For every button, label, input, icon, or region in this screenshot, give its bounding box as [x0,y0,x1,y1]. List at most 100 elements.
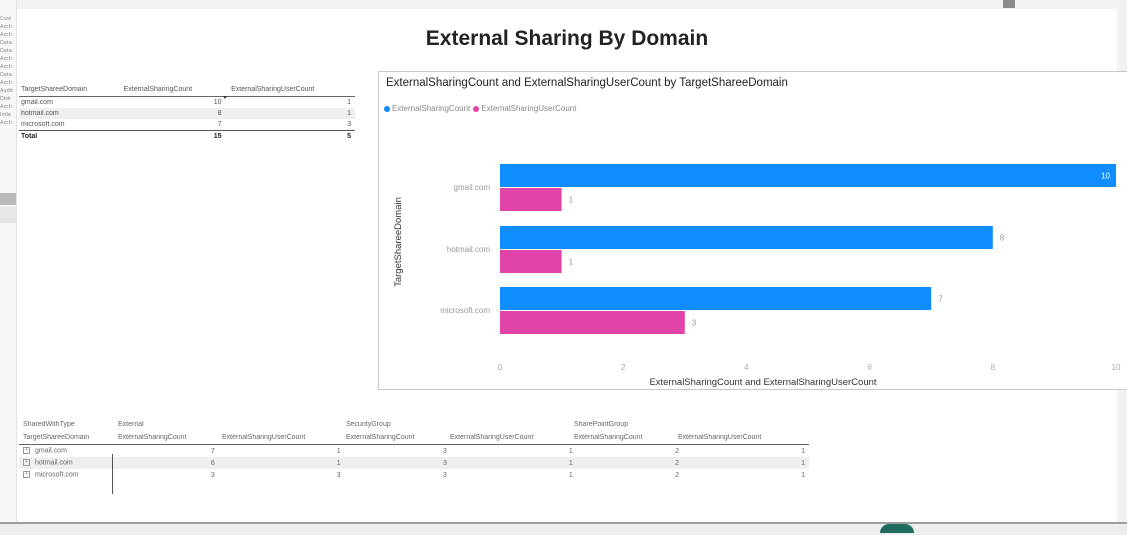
row-header-label-text: SharedWithType [23,420,75,428]
bar-user-count[interactable] [500,311,685,334]
sort-desc-icon [223,96,227,99]
y-axis-title: TargetShareeDomain [393,197,404,287]
column-header-domain[interactable]: TargetShareeDomain [19,86,118,93]
x-axis-title: ExternalSharingCount and ExternalSharing… [649,377,876,388]
data-label: 10 [1101,172,1110,181]
x-tick-label: 2 [621,363,626,372]
column-group-header-text: SecurityGroup [346,420,391,428]
domain-cell[interactable]: + hotmail.com [19,459,112,467]
value-cell-text: 1 [568,471,573,479]
x-tick-label: 10 [1112,363,1121,372]
matrix-group-header-row[interactable]: SharedWithType External SecurityGroup Share… [19,418,809,430]
value-cell-text: 3 [442,459,447,467]
table-row[interactable]: hotmail.com 8 1 [19,108,355,119]
measure-header-text: ExternalSharingCount [574,433,643,441]
field-list-item[interactable]: Asch [0,120,15,127]
measure-header[interactable]: ExternalSharingCount [114,434,218,441]
value-cell: 7 [112,448,218,455]
row-header-domain[interactable]: TargetShareeDomain [19,434,114,441]
value-cell-text: 1 [568,447,573,455]
column-header-sharing-count[interactable]: ExternalSharingCount [118,86,225,93]
table-row[interactable]: + hotmail.com 6 1 3 1 2 1 [19,457,809,469]
value-cell-text: 3 [442,471,447,479]
bar-sharing-count[interactable] [500,226,993,249]
value-cell: 1 [451,448,577,455]
data-label: 7 [938,295,943,304]
left-pane-scroll-block[interactable] [0,193,16,205]
table-row[interactable]: + gmail.com 7 1 3 1 2 1 [19,445,809,457]
total-count: 15 [213,133,222,140]
field-list-item[interactable]: Audit [0,88,15,95]
bar-user-count[interactable] [500,188,562,211]
expand-plus-icon[interactable]: + [23,447,30,455]
x-tick-label: 0 [498,363,503,372]
table-total-row: Total 15 5 [19,130,355,142]
domain-cell[interactable]: + gmail.com [19,447,112,455]
domain-cell: hotmail.com [21,110,59,117]
column-group-header-text: External [118,420,144,428]
field-list-item[interactable]: Asch [0,56,15,63]
value-cell: 3 [345,448,451,455]
bar-user-count[interactable] [500,250,562,273]
field-list-item[interactable]: Asch [0,24,15,31]
value-cell-text: 3 [442,447,447,455]
column-group-header[interactable]: SecurityGroup [342,421,446,428]
bar-sharing-count[interactable] [500,164,1116,187]
field-list-item[interactable]: Disk [0,96,15,103]
value-cell-text: 7 [210,447,215,455]
sharing-type-matrix[interactable]: SharedWithType External SecurityGroup Share… [19,418,809,481]
domain-cell[interactable]: + microsoft.com [19,471,112,479]
expand-plus-icon[interactable]: + [23,471,30,479]
measure-header-text: ExternalSharingCount [346,433,415,441]
value-cell: 1 [451,472,577,479]
field-list-item[interactable]: Inde [0,112,15,119]
chart-plot-svg: gmail.com 10 1 hotmail.com 8 1 microsoft.com 7 3… [393,164,1121,388]
clustered-bar-chart[interactable]: ExternalSharingCount and ExternalSharing… [378,71,1127,390]
column-group-header[interactable]: External [114,421,218,428]
value-cell: 1 [683,448,809,455]
value-cell-text: 3 [210,471,215,479]
table-header-row: TargetShareeDomain ExternalSharingCount … [19,82,355,97]
measure-header[interactable]: ExternalSharingUserCount [674,434,798,441]
measure-header[interactable]: ExternalSharingCount [342,434,446,441]
count-cell: 10 [213,99,222,106]
field-list-item[interactable]: Data [0,48,15,55]
value-cell-text: 2 [675,459,680,467]
measure-header[interactable]: ExternalSharingUserCount [446,434,570,441]
table-row[interactable]: gmail.com 10 1 [19,97,355,108]
field-list-item[interactable]: Cust [0,16,15,23]
column-group-header[interactable]: SharePointGroup [570,421,674,428]
column-group-header-text: SharePointGroup [574,420,629,428]
field-list-item[interactable]: Data [0,72,15,79]
field-list-item[interactable]: Asch [0,64,15,71]
value-cell: 6 [112,460,218,467]
bar-sharing-count[interactable] [500,287,932,310]
value-cell: 3 [345,460,451,467]
expand-plus-icon[interactable]: + [23,459,30,467]
users-cell: 3 [347,121,351,128]
domain-summary-table[interactable]: TargetShareeDomain ExternalSharingCount … [19,82,355,142]
domain-cell: microsoft.com [21,121,65,128]
field-list-item[interactable]: Data [0,40,15,47]
y-tick-label: microsoft.com [440,306,490,315]
field-list-item[interactable]: Asch [0,80,15,87]
column-header-user-count[interactable]: ExternalSharingUserCount [225,86,355,93]
value-cell-text: 1 [336,447,341,455]
users-cell: 1 [347,99,351,106]
table-row[interactable]: microsoft.com 7 3 [19,119,355,130]
matrix-measure-header-row[interactable]: TargetShareeDomain ExternalSharingCount Ex… [19,430,809,445]
data-label: 3 [692,319,697,328]
value-cell-text: 1 [568,459,573,467]
value-cell: 2 [577,448,683,455]
measure-header[interactable]: ExternalSharingUserCount [218,434,342,441]
field-list-item[interactable]: Asch [0,32,15,39]
domain-cell-text: hotmail.com [35,459,73,467]
page-tabs-bar [0,522,1127,535]
value-cell: 1 [683,472,809,479]
table-row[interactable]: + microsoft.com 3 3 3 1 2 1 [19,469,809,481]
value-cell: 1 [219,460,345,467]
x-tick-label: 8 [991,363,996,372]
measure-header-text: ExternalSharingCount [118,433,187,441]
field-list-item[interactable]: Asch [0,104,15,111]
measure-header[interactable]: ExternalSharingCount [570,434,674,441]
